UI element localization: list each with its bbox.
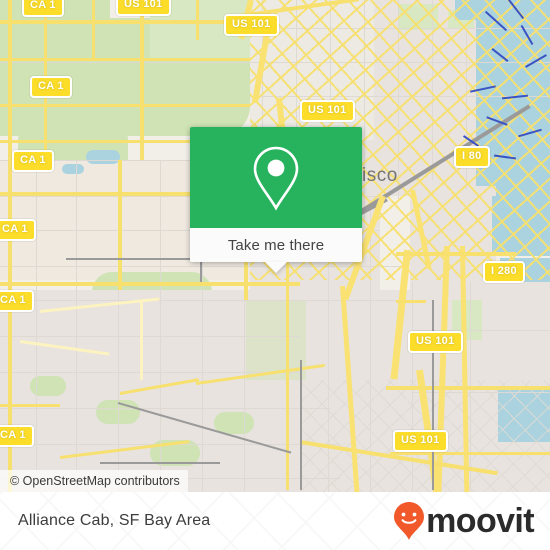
callout-icon-area [190, 127, 362, 228]
place-title: Alliance Cab, SF Bay Area [18, 512, 211, 529]
road-shield: CA 1 [0, 290, 34, 312]
road-shield: CA 1 [30, 76, 72, 98]
osm-attribution-text: © OpenStreetMap contributors [10, 474, 180, 488]
road-shield: US 101 [300, 100, 355, 122]
road-shield: I 80 [454, 146, 490, 168]
road-shield: CA 1 [0, 425, 34, 447]
road-shield: CA 1 [22, 0, 64, 17]
road-shield: US 101 [224, 14, 279, 36]
road-shield: CA 1 [0, 219, 36, 241]
moovit-wordmark: moovit [426, 502, 534, 540]
moovit-logo[interactable]: moovit [393, 501, 535, 541]
map-screen: cisco CA 1 US 101 US 101 CA 1 US 101 CA 1I 80… [0, 0, 550, 550]
take-me-there-label: Take me there [227, 236, 325, 254]
footer-bar: Alliance Cab, SF Bay Area moovit [0, 492, 550, 550]
callout-action-area[interactable]: Take me there [190, 228, 362, 273]
road-shield: CA 1 [12, 150, 54, 172]
road-shield: US 101 [408, 331, 463, 353]
road-shield: US 101 [116, 0, 171, 16]
map-pin-icon [253, 146, 299, 211]
callout-pointer-tail [265, 262, 287, 273]
moovit-smiley-pin-icon [394, 502, 425, 540]
location-callout-card[interactable]: Take me there [190, 127, 362, 273]
road-shield: US 101 [393, 430, 448, 452]
osm-attribution[interactable]: © OpenStreetMap contributors [0, 470, 188, 492]
road-shield: I 280 [483, 261, 525, 283]
map-canvas[interactable]: cisco CA 1 US 101 US 101 CA 1 US 101 CA 1I 80… [0, 0, 550, 492]
